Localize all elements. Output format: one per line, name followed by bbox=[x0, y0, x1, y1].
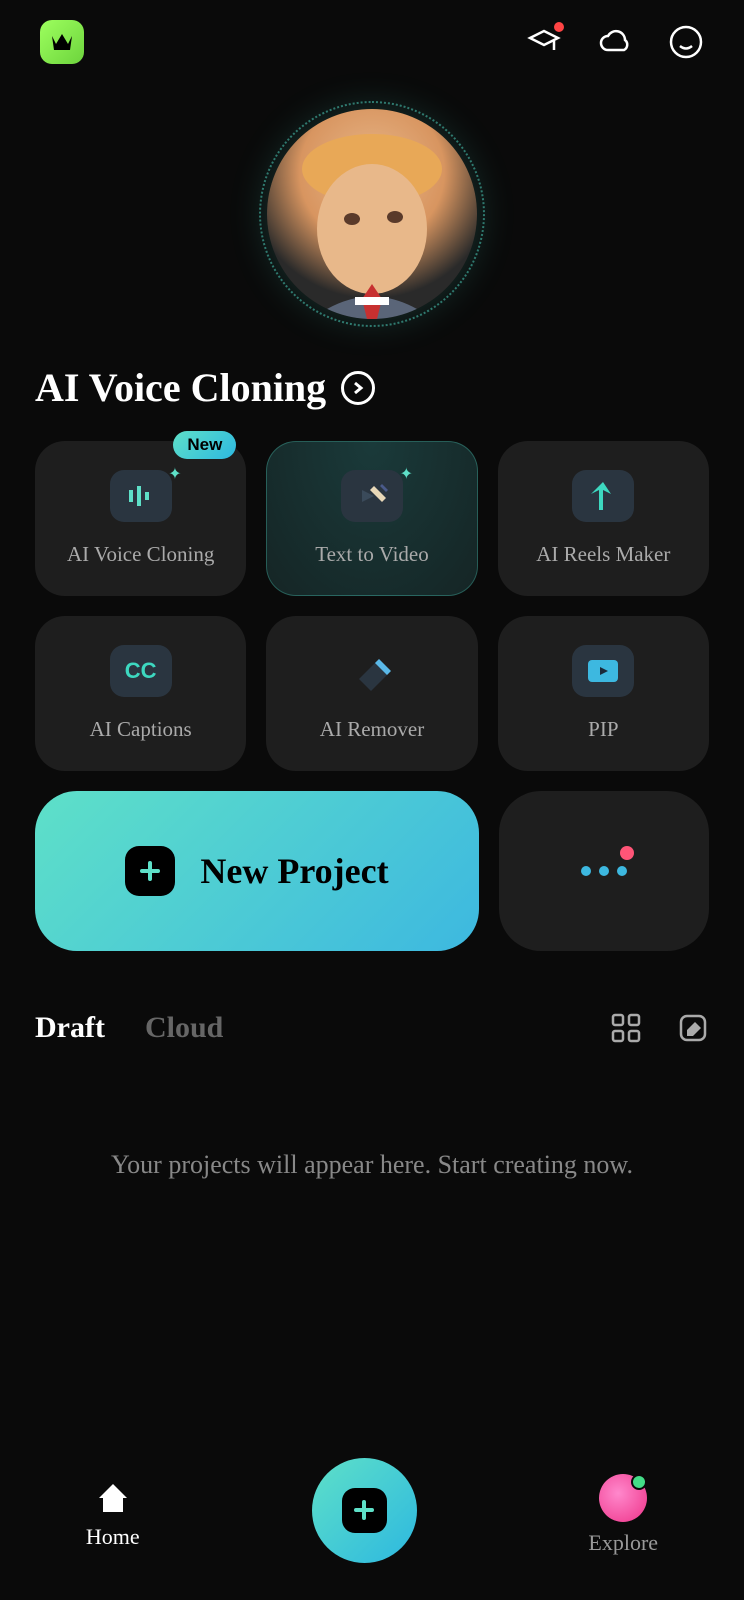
feature-label: AI Remover bbox=[320, 717, 424, 742]
top-icons bbox=[526, 24, 704, 60]
cloud-icon bbox=[597, 24, 633, 60]
project-tabs: Draft Cloud bbox=[35, 1011, 223, 1045]
home-icon bbox=[95, 1480, 131, 1516]
empty-state-text: Your projects will appear here. Start cr… bbox=[0, 1065, 744, 1264]
voice-cloning-icon: ✦ bbox=[110, 470, 172, 522]
grid-view-button[interactable] bbox=[610, 1012, 642, 1044]
feature-label: PIP bbox=[588, 717, 618, 742]
text-to-video-icon: ✦ bbox=[341, 470, 403, 522]
new-project-label: New Project bbox=[200, 850, 388, 892]
profile-button[interactable] bbox=[668, 24, 704, 60]
explore-avatar-icon bbox=[599, 1474, 647, 1522]
reels-icon bbox=[572, 470, 634, 522]
feature-text-to-video[interactable]: ✦ Text to Video bbox=[266, 441, 477, 596]
plus-icon bbox=[125, 846, 175, 896]
education-button[interactable] bbox=[526, 24, 562, 60]
captions-icon: CC bbox=[110, 645, 172, 697]
feature-label: AI Captions bbox=[90, 717, 192, 742]
nav-label: Home bbox=[86, 1524, 140, 1550]
feature-voice-cloning[interactable]: New ✦ AI Voice Cloning bbox=[35, 441, 246, 596]
feature-reels-maker[interactable]: AI Reels Maker bbox=[498, 441, 709, 596]
tab-actions bbox=[610, 1012, 709, 1044]
crown-badge[interactable] bbox=[40, 20, 84, 64]
tab-cloud[interactable]: Cloud bbox=[145, 1011, 223, 1045]
featured-avatar[interactable] bbox=[267, 109, 477, 319]
feature-pip[interactable]: PIP bbox=[498, 616, 709, 771]
pip-icon bbox=[572, 645, 634, 697]
edit-button[interactable] bbox=[677, 1012, 709, 1044]
section-title: AI Voice Cloning bbox=[35, 364, 326, 411]
feature-label: AI Voice Cloning bbox=[67, 542, 214, 567]
new-project-button[interactable]: New Project bbox=[35, 791, 479, 951]
section-header: AI Voice Cloning bbox=[0, 344, 744, 441]
feature-label: Text to Video bbox=[315, 542, 429, 567]
feature-grid: New ✦ AI Voice Cloning ✦ Text to Video A… bbox=[0, 441, 744, 771]
notification-dot bbox=[554, 22, 564, 32]
bottom-nav: Home Explore bbox=[0, 1450, 744, 1600]
chevron-right-icon bbox=[351, 381, 365, 395]
more-tools-button[interactable] bbox=[499, 791, 709, 951]
nav-explore[interactable]: Explore bbox=[588, 1474, 658, 1556]
nav-home[interactable]: Home bbox=[86, 1480, 140, 1550]
section-more-button[interactable] bbox=[341, 371, 375, 405]
plus-icon bbox=[342, 1488, 387, 1533]
feature-remover[interactable]: AI Remover bbox=[266, 616, 477, 771]
feature-captions[interactable]: CC AI Captions bbox=[35, 616, 246, 771]
nav-label: Explore bbox=[588, 1530, 658, 1556]
sparkle-icon: ✦ bbox=[168, 464, 181, 484]
cloud-button[interactable] bbox=[597, 24, 633, 60]
tab-draft[interactable]: Draft bbox=[35, 1011, 105, 1045]
dots-icon bbox=[581, 866, 627, 876]
new-badge: New bbox=[173, 431, 236, 459]
eraser-icon bbox=[341, 645, 403, 697]
hero-area bbox=[0, 84, 744, 344]
sparkle-icon: ✦ bbox=[400, 464, 413, 484]
smile-icon bbox=[668, 24, 704, 60]
crown-icon bbox=[50, 32, 74, 52]
top-bar bbox=[0, 0, 744, 84]
projects-header: Draft Cloud bbox=[0, 971, 744, 1065]
action-row: New Project bbox=[0, 771, 744, 971]
notification-dot bbox=[620, 846, 634, 860]
feature-label: AI Reels Maker bbox=[536, 542, 670, 567]
create-fab[interactable] bbox=[312, 1458, 417, 1563]
